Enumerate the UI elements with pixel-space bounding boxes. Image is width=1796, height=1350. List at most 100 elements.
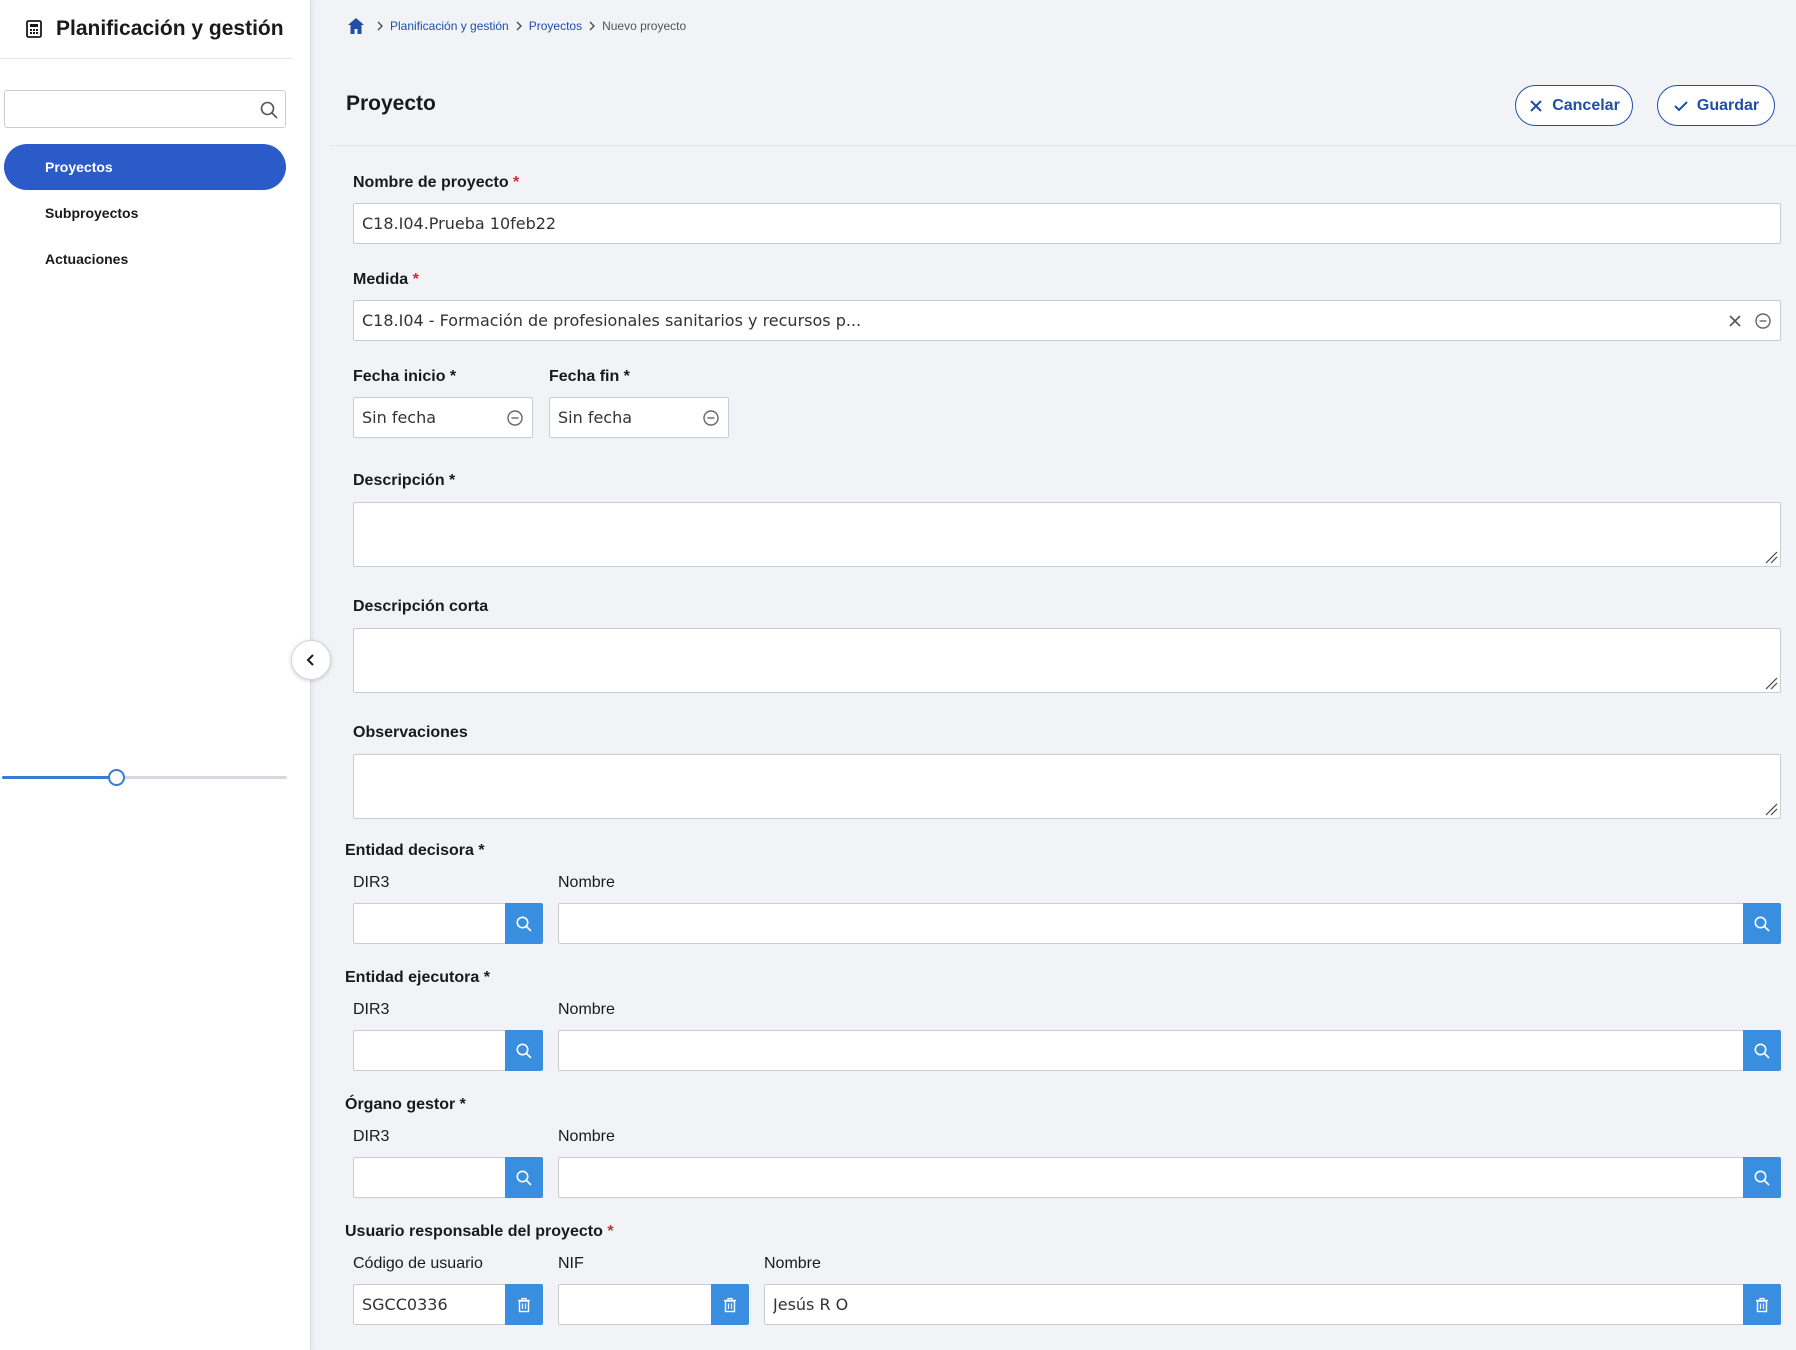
breadcrumb-link-planificacion[interactable]: Planificación y gestión bbox=[390, 19, 509, 33]
fecha-fin-field[interactable] bbox=[549, 397, 729, 438]
sidebar-item-label: Actuaciones bbox=[45, 251, 129, 267]
resize-grip-icon[interactable] bbox=[1764, 676, 1778, 690]
chevron-left-icon bbox=[304, 653, 318, 667]
entidad-decisora-dir3-search-button[interactable] bbox=[505, 903, 543, 944]
observaciones-field[interactable] bbox=[353, 754, 1781, 819]
entidad-decisora-nombre-search-button[interactable] bbox=[1743, 903, 1781, 944]
zoom-slider[interactable] bbox=[2, 768, 287, 786]
nombre-proyecto-input[interactable] bbox=[354, 204, 1780, 243]
sidebar-search-input[interactable] bbox=[5, 91, 245, 127]
fecha-inicio-label: Fecha inicio * bbox=[353, 368, 457, 385]
organo-gestor-dir3-input[interactable] bbox=[354, 1158, 505, 1197]
clear-icon[interactable] bbox=[1726, 312, 1744, 330]
check-icon bbox=[1673, 98, 1689, 114]
entidad-decisora-dir3-label: DIR3 bbox=[353, 874, 390, 891]
sidebar-item-proyectos[interactable]: Proyectos bbox=[4, 144, 286, 190]
codigo-usuario-field[interactable] bbox=[353, 1284, 506, 1325]
entidad-ejecutora-label: Entidad ejecutora * bbox=[345, 969, 490, 986]
organo-gestor-dir3-field[interactable] bbox=[353, 1157, 506, 1198]
nombre-proyecto-label-text: Nombre de proyecto bbox=[353, 174, 509, 191]
usuario-responsable-label: Usuario responsable del proyecto * bbox=[345, 1223, 614, 1241]
fecha-inicio-field[interactable] bbox=[353, 397, 533, 438]
search-icon bbox=[515, 1169, 533, 1187]
usuario-nombre-input[interactable] bbox=[765, 1285, 1743, 1324]
usuario-nombre-delete-button[interactable] bbox=[1743, 1284, 1781, 1325]
descripcion-corta-textarea[interactable] bbox=[354, 629, 1780, 692]
search-icon bbox=[515, 915, 533, 933]
usuario-responsable-label-text: Usuario responsable del proyecto bbox=[345, 1223, 603, 1240]
close-icon bbox=[1528, 98, 1544, 114]
fecha-fin-input[interactable] bbox=[550, 398, 690, 437]
resize-grip-icon[interactable] bbox=[1764, 550, 1778, 564]
descripcion-corta-field[interactable] bbox=[353, 628, 1781, 693]
descripcion-label: Descripción * bbox=[353, 472, 456, 489]
sidebar-item-subproyectos[interactable]: Subproyectos bbox=[4, 190, 286, 236]
trash-icon bbox=[722, 1297, 738, 1313]
organo-gestor-nombre-search-button[interactable] bbox=[1743, 1157, 1781, 1198]
sidebar-item-label: Proyectos bbox=[45, 159, 113, 175]
codigo-usuario-input[interactable] bbox=[354, 1285, 505, 1324]
sidebar-item-actuaciones[interactable]: Actuaciones bbox=[4, 236, 286, 282]
entidad-ejecutora-nombre-label: Nombre bbox=[558, 1001, 615, 1018]
resize-grip-icon[interactable] bbox=[1764, 802, 1778, 816]
usuario-nombre-field[interactable] bbox=[764, 1284, 1744, 1325]
entidad-ejecutora-dir3-field[interactable] bbox=[353, 1030, 506, 1071]
entidad-decisora-dir3-field[interactable] bbox=[353, 903, 506, 944]
required-asterisk: * bbox=[513, 174, 520, 191]
search-icon[interactable] bbox=[259, 100, 279, 120]
search-icon bbox=[1753, 1169, 1771, 1187]
medida-select[interactable] bbox=[353, 300, 1781, 341]
search-icon bbox=[1753, 1042, 1771, 1060]
entidad-decisora-nombre-field[interactable] bbox=[558, 903, 1744, 944]
nif-label: NIF bbox=[558, 1255, 584, 1272]
entidad-ejecutora-nombre-field[interactable] bbox=[558, 1030, 1744, 1071]
cancel-button[interactable]: Cancelar bbox=[1515, 85, 1633, 126]
required-asterisk: * bbox=[412, 271, 419, 288]
minus-circle-icon[interactable] bbox=[506, 409, 524, 427]
save-button[interactable]: Guardar bbox=[1657, 85, 1775, 126]
search-icon bbox=[1753, 915, 1771, 933]
required-asterisk: * bbox=[607, 1223, 614, 1240]
observaciones-label: Observaciones bbox=[353, 724, 468, 741]
sidebar-header: Planificación y gestión bbox=[0, 0, 292, 59]
search-icon bbox=[515, 1042, 533, 1060]
entidad-ejecutora-dir3-input[interactable] bbox=[354, 1031, 505, 1070]
entidad-ejecutora-nombre-input[interactable] bbox=[559, 1031, 1743, 1070]
nombre-proyecto-field[interactable] bbox=[353, 203, 1781, 244]
breadcrumb-link-proyectos[interactable]: Proyectos bbox=[529, 19, 582, 33]
organo-gestor-nombre-input[interactable] bbox=[559, 1158, 1743, 1197]
nif-delete-button[interactable] bbox=[711, 1284, 749, 1325]
sidebar: Planificación y gestión Proyectos Subpro… bbox=[0, 0, 311, 1350]
organo-gestor-nombre-label: Nombre bbox=[558, 1128, 615, 1145]
entidad-ejecutora-nombre-search-button[interactable] bbox=[1743, 1030, 1781, 1071]
descripcion-corta-label: Descripción corta bbox=[353, 598, 489, 615]
nif-field[interactable] bbox=[558, 1284, 712, 1325]
codigo-usuario-delete-button[interactable] bbox=[505, 1284, 543, 1325]
organo-gestor-nombre-field[interactable] bbox=[558, 1157, 1744, 1198]
organo-gestor-dir3-search-button[interactable] bbox=[505, 1157, 543, 1198]
nif-input[interactable] bbox=[559, 1285, 711, 1324]
entidad-decisora-dir3-input[interactable] bbox=[354, 904, 505, 943]
collapse-sidebar-button[interactable] bbox=[291, 640, 331, 680]
descripcion-field[interactable] bbox=[353, 502, 1781, 567]
minus-circle-icon[interactable] bbox=[702, 409, 720, 427]
entidad-ejecutora-dir3-search-button[interactable] bbox=[505, 1030, 543, 1071]
fecha-inicio-input[interactable] bbox=[354, 398, 494, 437]
usuario-nombre-label: Nombre bbox=[764, 1255, 821, 1272]
header-divider bbox=[330, 145, 1796, 146]
app-title: Planificación y gestión bbox=[56, 17, 284, 40]
descripcion-textarea[interactable] bbox=[354, 503, 1780, 566]
observaciones-textarea[interactable] bbox=[354, 755, 1780, 818]
slider-thumb[interactable] bbox=[108, 769, 125, 786]
sidebar-search[interactable] bbox=[4, 90, 286, 128]
sidebar-item-label: Subproyectos bbox=[45, 205, 139, 221]
page-title: Proyecto bbox=[346, 92, 436, 115]
medida-input[interactable] bbox=[354, 301, 1714, 340]
minus-circle-icon[interactable] bbox=[1754, 312, 1772, 330]
calculator-icon bbox=[24, 19, 44, 39]
entidad-decisora-nombre-input[interactable] bbox=[559, 904, 1743, 943]
home-icon[interactable] bbox=[346, 16, 366, 36]
organo-gestor-dir3-label: DIR3 bbox=[353, 1128, 390, 1145]
nombre-proyecto-label: Nombre de proyecto * bbox=[353, 174, 519, 192]
breadcrumb-current: Nuevo proyecto bbox=[602, 19, 687, 33]
